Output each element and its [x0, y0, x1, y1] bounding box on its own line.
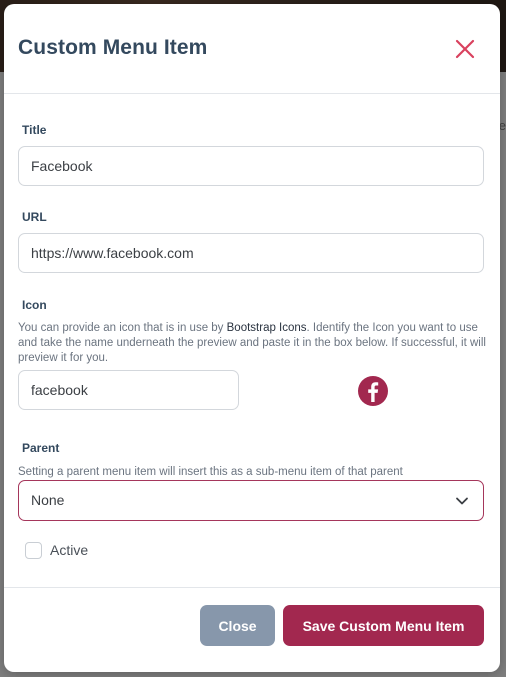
- modal-header: Custom Menu Item: [4, 4, 500, 94]
- parent-label: Parent: [22, 441, 60, 455]
- modal-footer: Close Save Custom Menu Item: [4, 587, 500, 672]
- url-label: URL: [22, 210, 47, 224]
- active-label[interactable]: Active: [50, 542, 88, 558]
- parent-select-value: None: [31, 492, 65, 508]
- parent-help-text: Setting a parent menu item will insert t…: [18, 466, 403, 478]
- chevron-down-icon: [456, 497, 468, 505]
- close-button[interactable]: Close: [200, 605, 275, 646]
- title-label: Title: [22, 123, 47, 137]
- icon-help-text: You can provide an icon that is in use b…: [18, 321, 490, 366]
- facebook-icon: [358, 376, 388, 406]
- close-x-icon[interactable]: [452, 36, 478, 62]
- icon-input[interactable]: [18, 370, 239, 410]
- bootstrap-icons-link[interactable]: Bootstrap Icons: [227, 322, 307, 334]
- url-input[interactable]: [18, 233, 484, 273]
- modal-body: Title URL Icon You can provide an icon t…: [4, 95, 500, 587]
- parent-select[interactable]: None: [18, 480, 484, 521]
- modal-title: Custom Menu Item: [18, 36, 208, 59]
- icon-help-before: You can provide an icon that is in use b…: [18, 322, 227, 334]
- icon-label: Icon: [22, 298, 47, 312]
- active-checkbox[interactable]: [25, 542, 42, 559]
- title-input[interactable]: [18, 146, 484, 186]
- save-custom-menu-item-button[interactable]: Save Custom Menu Item: [283, 605, 484, 646]
- custom-menu-item-modal: Custom Menu Item Title URL Icon You can …: [4, 4, 500, 672]
